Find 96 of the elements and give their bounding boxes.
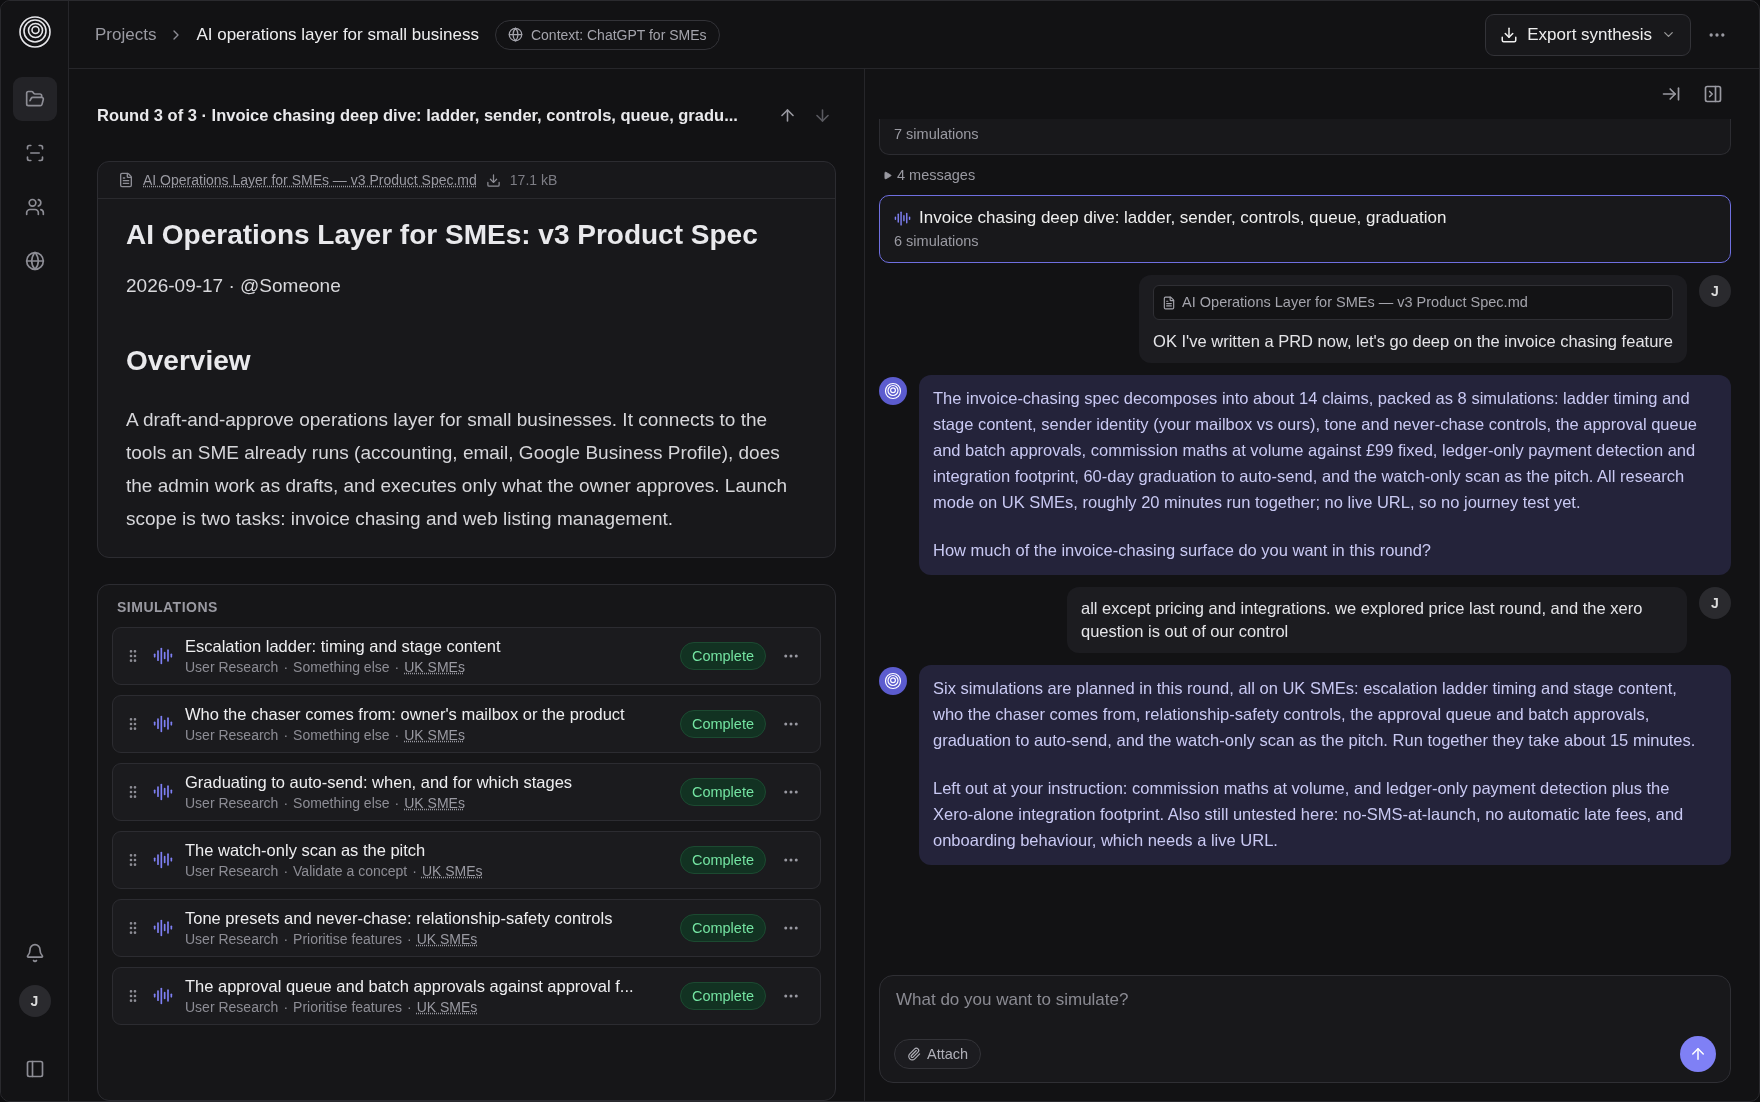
simulation-type: User Research — [185, 863, 279, 879]
audience-link[interactable]: UK SMEs — [404, 659, 465, 675]
file-size: 17.1 kB — [509, 172, 558, 188]
separator-dot: · — [283, 931, 289, 947]
simulation-goal: Prioritise features — [293, 999, 402, 1015]
triangle-icon — [883, 171, 892, 180]
user-avatar[interactable]: J — [18, 985, 51, 1017]
export-button[interactable]: Export synthesis — [1485, 13, 1691, 56]
waveform-icon — [153, 782, 173, 802]
simulation-type: User Research — [185, 659, 279, 675]
status-badge: Complete — [679, 710, 766, 738]
simulation-title: Who the chaser comes from: owner's mailbox or the product — [185, 705, 626, 724]
simulation-title: The approval queue and batch approvals against approval f... — [185, 977, 635, 996]
round-card[interactable]: Invoice chasing deep dive: ladder, sender, controls, queue, graduation 6 simulations — [879, 195, 1731, 263]
simulations-heading: SIMULATIONS — [117, 599, 219, 615]
message-text: How much of the invoice-chasing surface do you want in this round? — [933, 540, 1433, 561]
audience-link[interactable]: UK SMEs — [404, 727, 465, 743]
waveform-icon — [153, 918, 173, 938]
send-button[interactable] — [1680, 1036, 1716, 1072]
waveform-icon — [153, 714, 173, 734]
assistant-avatar-icon — [879, 667, 907, 695]
document-meta: 2026-09-17 · @Someone — [126, 275, 342, 297]
round-title: Round 3 of 3 · Invoice chasing deep dive: ladder, sender, controls, queue, gradu... — [97, 105, 739, 125]
simulation-title: Escalation ladder: timing and stage content — [185, 637, 502, 656]
simulation-title: Graduating to auto-send: when, and for which stages — [185, 773, 574, 792]
document-title: AI Operations Layer for SMEs: v3 Product Spec — [126, 219, 759, 251]
waveform-icon — [153, 986, 173, 1006]
audience-link[interactable]: UK SMEs — [416, 931, 478, 947]
assistant-avatar-icon — [879, 377, 907, 405]
simulation-goal: Something else — [293, 659, 390, 675]
simulation-goal: Prioritise features — [293, 931, 402, 947]
separator-dot: · — [407, 931, 412, 947]
attach-button[interactable]: Attach — [894, 1039, 982, 1069]
simulation-goal: Validate a concept — [293, 863, 408, 879]
simulation-row[interactable]: Tone presets and never-chase: relationship-safety controls User Research · Prioritise features · UK SMEs Complete — [112, 899, 821, 957]
breadcrumb-link[interactable]: Projects — [95, 24, 157, 45]
waveform-icon — [153, 646, 173, 666]
simulation-goal: Something else — [293, 795, 390, 811]
simulation-goal: Something else — [293, 727, 390, 743]
waveform-icon — [894, 209, 911, 227]
status-badge: Complete — [679, 642, 766, 670]
separator-dot: · — [283, 863, 289, 879]
user-avatar: J — [1699, 587, 1731, 619]
status-badge: Complete — [679, 778, 766, 806]
separator-dot: · — [283, 999, 289, 1015]
simulation-row[interactable]: The approval queue and batch approvals against approval f... User Research · Prioritise features · UK SMEs Complete — [112, 967, 821, 1025]
message-text: all except pricing and integrations. we explored price last round, and the xero question is out of our control — [1081, 598, 1644, 642]
attachment-chip[interactable]: AI Operations Layer for SMEs — v3 Product Spec.md — [1153, 285, 1673, 320]
file-icon — [1162, 295, 1177, 310]
simulation-title: Tone presets and never-chase: relationship-safety controls — [185, 909, 614, 928]
message-text: Six simulations are planned in this round, all on UK SMEs: escalation ladder timing and stage content, who the chaser comes from, relationship-safety controls, the approval queue and batch approvals, graduation to auto-send, and the watch-only scan as the pitch. Run together they take about 15 minutes. — [933, 678, 1697, 751]
simulation-type: User Research — [185, 999, 279, 1015]
round-card-title: Invoice chasing deep dive: ladder, sender, controls, queue, graduation — [919, 208, 1447, 228]
message-text: OK I've written a PRD now, let's go deep on the invoice chasing feature — [1153, 331, 1673, 352]
status-badge: Complete — [679, 982, 766, 1010]
user-avatar: J — [1699, 275, 1731, 307]
file-icon — [118, 172, 134, 188]
simulation-count: 7 simulations — [894, 126, 980, 142]
message-text: Left out at your instruction: commission maths at volume, and ledger-only payment detection plus the Xero-alone integration footprint. Also still untested here: no-SMS-at-launch, no automatic late fees, and onboarding behaviour, which needs a live URL. — [933, 778, 1685, 851]
audience-link[interactable]: UK SMEs — [416, 999, 478, 1015]
status-badge: Complete — [679, 914, 766, 942]
simulation-title: The watch-only scan as the pitch — [185, 841, 427, 860]
projects-folder-icon[interactable] — [12, 77, 57, 121]
download-icon[interactable] — [485, 172, 501, 188]
audience-link[interactable]: UK SMEs — [404, 795, 465, 811]
message-text: The invoice-chasing spec decomposes into about 14 claims, packed as 8 simulations: ladder timing and stage content, sender identity (your mailbox vs ours), tone and never-chase controls, the approval queue and batch approvals, commission maths at volume against £99 fixed, ledger-only payment detection and integration footprint, 60-day graduation to auto-send, and the watch-only scan as the pitch. All research mode on UK SMEs, roughly 20 minutes run together; no live URL, so no journey test yet. — [933, 388, 1699, 513]
separator-dot: · — [394, 727, 400, 743]
paperclip-icon — [907, 1047, 921, 1061]
simulation-type: User Research — [185, 931, 279, 947]
simulation-row[interactable]: Who the chaser comes from: owner's mailbox or the product User Research · Something else · UK SMEs Complete — [112, 695, 821, 753]
status-badge: Complete — [679, 846, 766, 874]
waveform-icon — [153, 850, 173, 870]
simulation-row[interactable]: Graduating to auto-send: when, and for which stages User Research · Something else · UK SMEs Complete — [112, 763, 821, 821]
separator-dot: · — [394, 795, 400, 811]
download-icon — [1500, 25, 1519, 44]
separator-dot: · — [283, 659, 289, 675]
separator-dot: · — [394, 659, 400, 675]
round-card[interactable]: 7 simulations — [879, 119, 1731, 155]
separator-dot: · — [412, 863, 417, 879]
file-link[interactable]: AI Operations Layer for SMEs — v3 Product Spec.md — [143, 172, 477, 188]
document-paragraph: A draft-and-approve operations layer for small businesses. It connects to the tools an SME already runs (accounting, email, Google Business Profile), does the admin work as drafts, and executes only what the owner approves. Launch scope is two tasks: invoice chasing and web listing management. — [126, 408, 789, 531]
simulation-row[interactable]: The watch-only scan as the pitch User Research · Validate a concept · UK SMEs Complete — [112, 831, 821, 889]
prompt-input[interactable]: What do you want to simulate? — [894, 990, 1716, 1010]
audience-link[interactable]: UK SMEs — [421, 863, 483, 879]
spiral-logo-icon — [17, 15, 52, 49]
simulation-row[interactable]: Escalation ladder: timing and stage content User Research · Something else · UK SMEs Complete — [112, 627, 821, 685]
simulation-type: User Research — [185, 795, 279, 811]
globe-icon — [507, 27, 523, 42]
breadcrumb-link[interactable]: AI operations layer for small business — [196, 24, 479, 45]
simulation-count: 6 simulations — [894, 233, 980, 249]
separator-dot: · — [407, 999, 412, 1015]
separator-dot: · — [283, 795, 289, 811]
simulation-type: User Research — [185, 727, 279, 743]
separator-dot: · — [283, 727, 289, 743]
section-heading: Overview — [126, 345, 252, 377]
messages-toggle[interactable]: 4 messages — [879, 167, 980, 183]
